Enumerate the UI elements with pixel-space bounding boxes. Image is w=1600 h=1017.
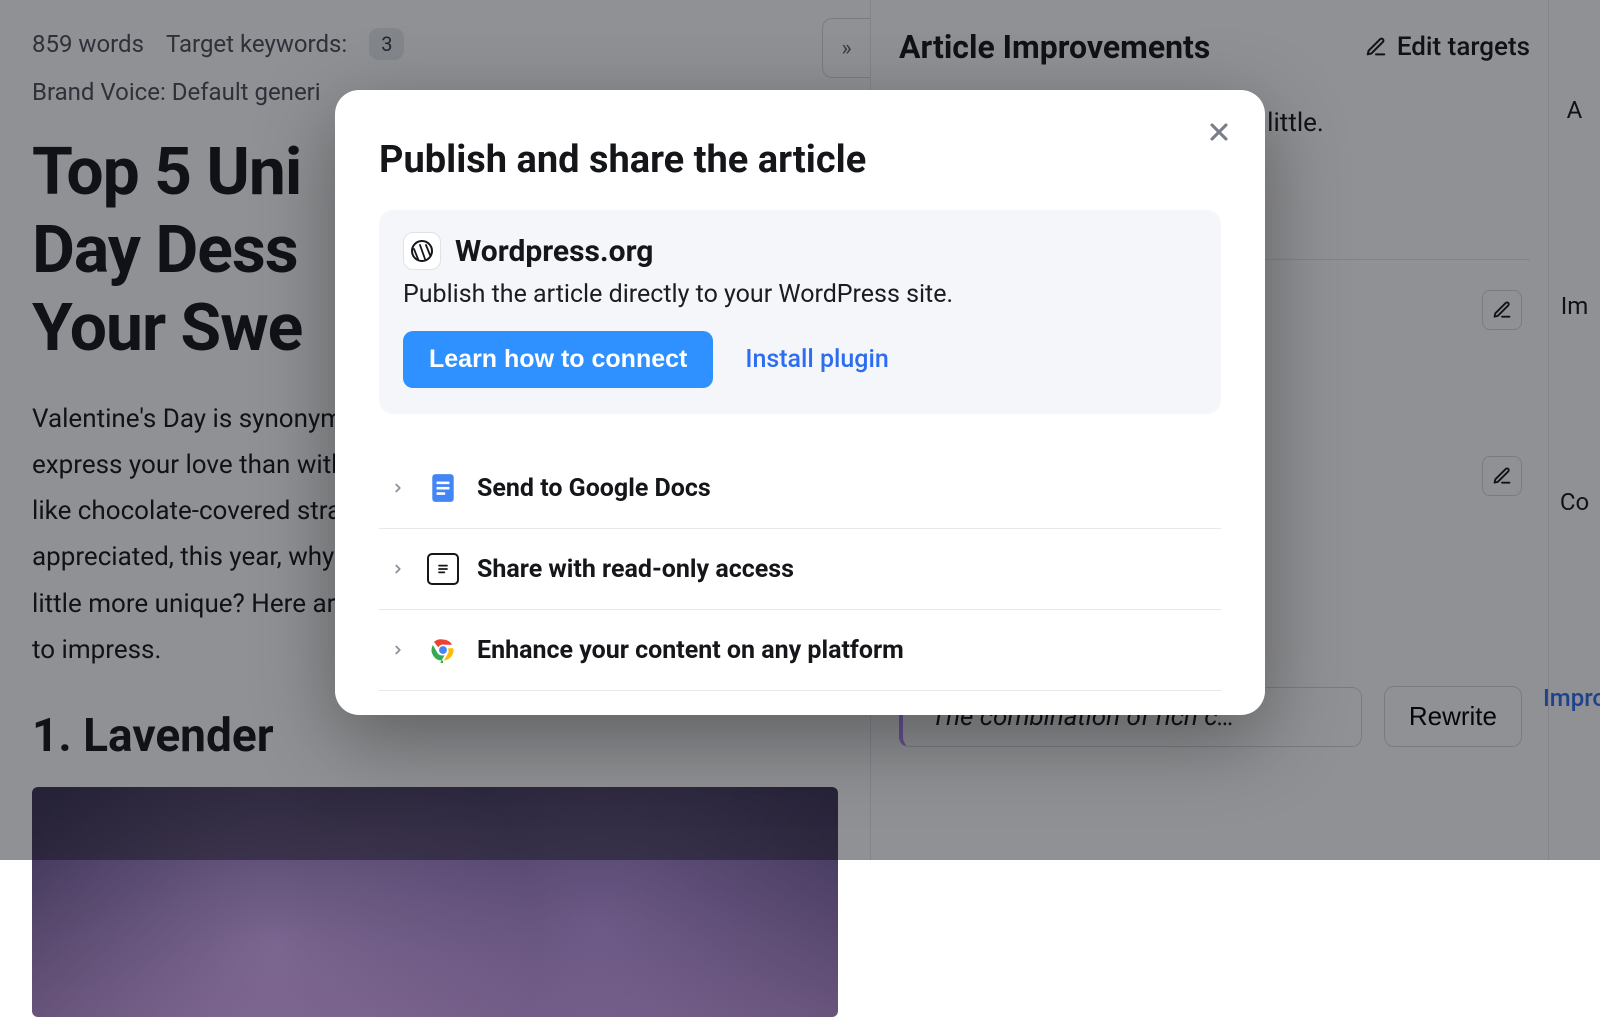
publish-options: Send to Google Docs Share with read-only… bbox=[379, 448, 1221, 691]
chevron-right-icon bbox=[387, 562, 409, 576]
publish-modal: Publish and share the article Wordpress.… bbox=[335, 90, 1265, 715]
option-enhance[interactable]: Enhance your content on any platform bbox=[379, 610, 1221, 691]
install-plugin-link[interactable]: Install plugin bbox=[745, 345, 888, 374]
close-icon bbox=[1205, 118, 1233, 146]
wordpress-icon bbox=[403, 232, 441, 270]
wordpress-box: Wordpress.org Publish the article direct… bbox=[379, 210, 1221, 414]
close-button[interactable] bbox=[1197, 110, 1241, 154]
google-docs-icon bbox=[427, 472, 459, 504]
learn-how-button[interactable]: Learn how to connect bbox=[403, 331, 713, 388]
chevron-right-icon bbox=[387, 643, 409, 657]
option-google-docs-label: Send to Google Docs bbox=[477, 474, 711, 503]
option-readonly[interactable]: Share with read-only access bbox=[379, 529, 1221, 610]
modal-title: Publish and share the article bbox=[379, 138, 1221, 182]
wordpress-description: Publish the article directly to your Wor… bbox=[403, 280, 1197, 309]
wordpress-name: Wordpress.org bbox=[455, 234, 653, 269]
document-icon bbox=[427, 553, 459, 585]
chevron-right-icon bbox=[387, 481, 409, 495]
option-google-docs[interactable]: Send to Google Docs bbox=[379, 448, 1221, 529]
option-enhance-label: Enhance your content on any platform bbox=[477, 636, 904, 665]
option-readonly-label: Share with read-only access bbox=[477, 555, 794, 584]
chrome-icon bbox=[427, 634, 459, 666]
